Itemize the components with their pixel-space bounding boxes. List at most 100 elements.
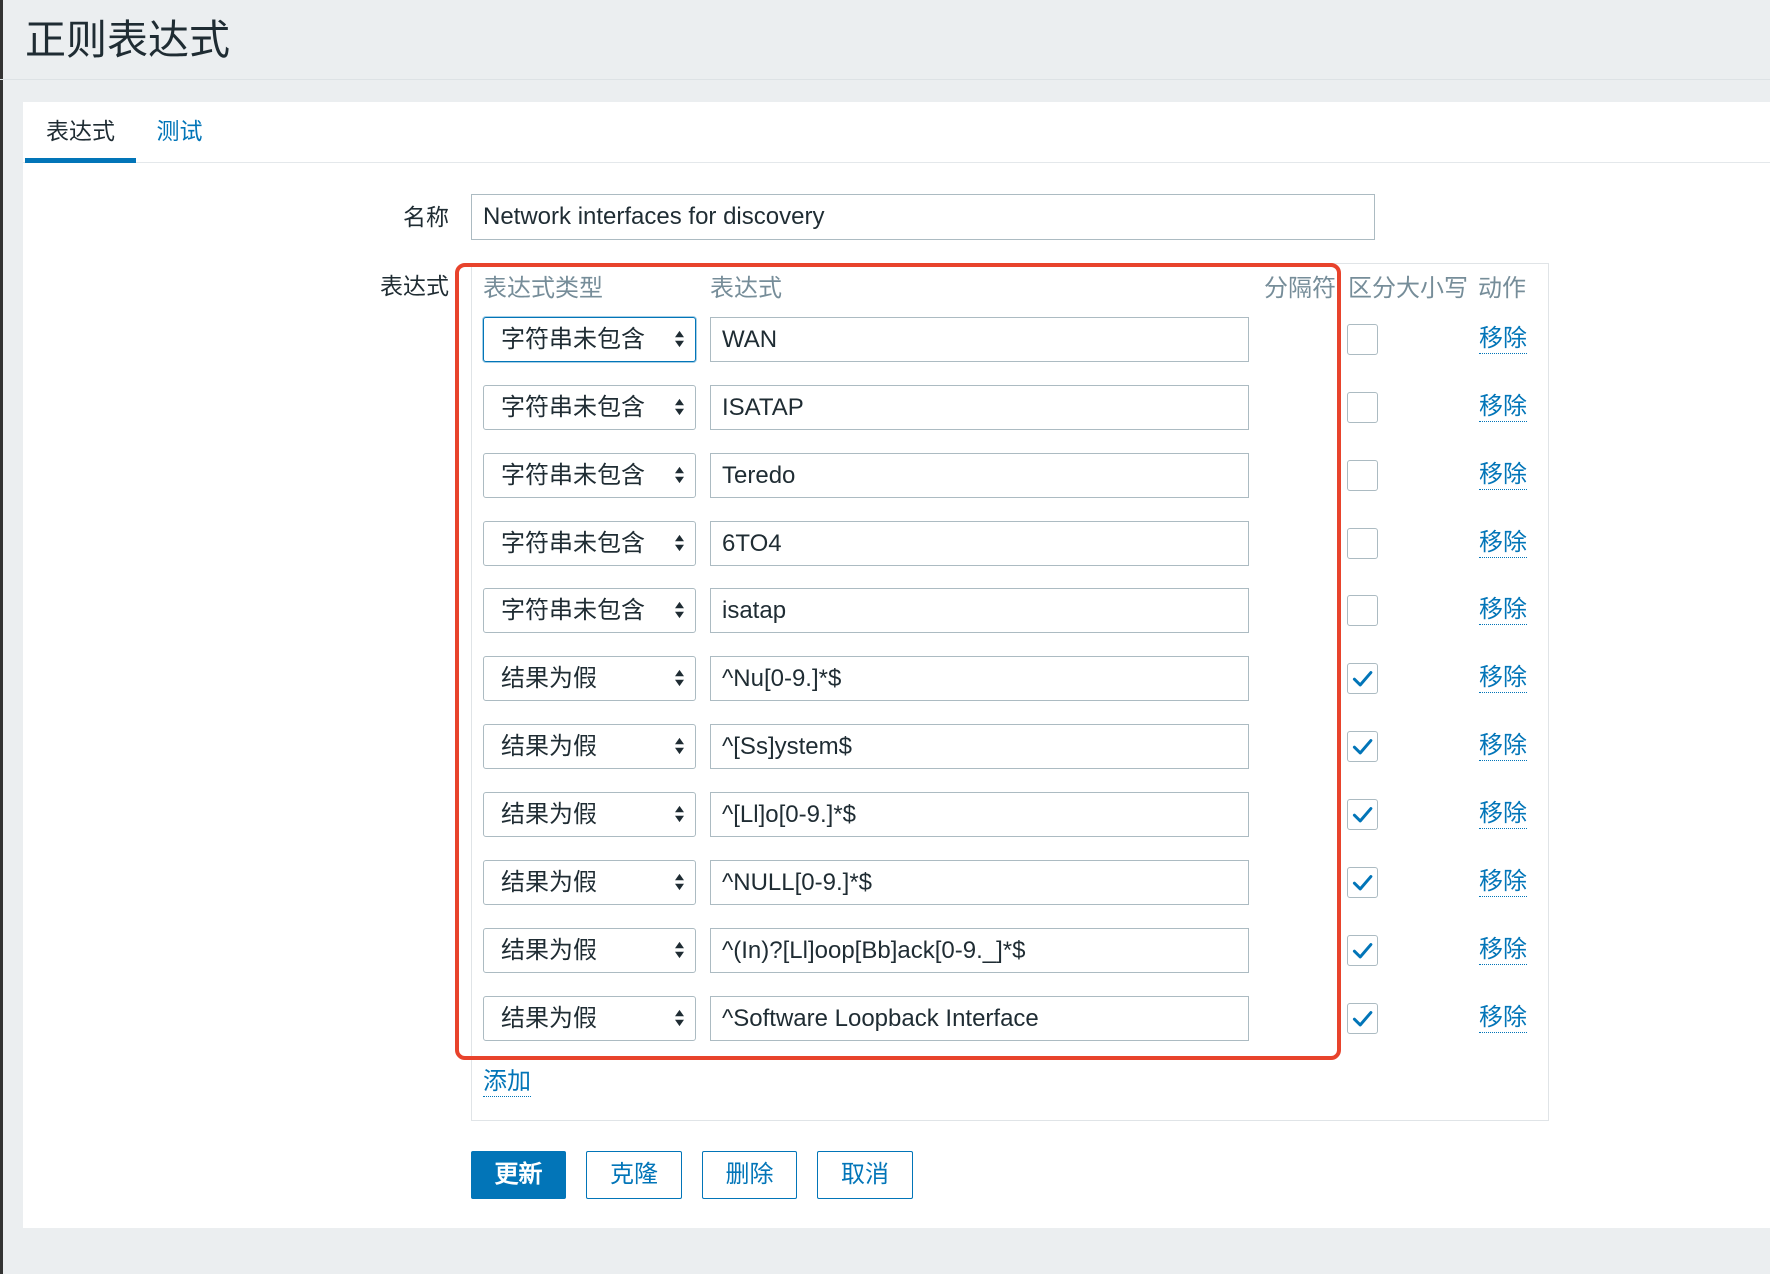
select-arrows-icon — [675, 669, 684, 687]
case-sensitive-checkbox[interactable] — [1347, 799, 1378, 830]
expression-row: 字符串未包含 移除 — [483, 385, 1549, 430]
delete-button[interactable]: 删除 — [702, 1151, 797, 1199]
expression-type-value: 字符串未包含 — [501, 462, 645, 489]
case-sensitive-checkbox[interactable] — [1347, 935, 1378, 966]
expression-type-value: 结果为假 — [501, 937, 597, 964]
expression-input[interactable] — [710, 453, 1249, 498]
cancel-button[interactable]: 取消 — [817, 1151, 913, 1199]
case-sensitive-checkbox[interactable] — [1347, 595, 1378, 626]
tab-test[interactable]: 测试 — [136, 104, 223, 158]
case-sensitive-checkbox[interactable] — [1347, 663, 1378, 694]
name-label: 名称 — [403, 204, 449, 230]
remove-expression-link[interactable]: 移除 — [1479, 1004, 1527, 1033]
expression-type-select[interactable]: 结果为假 — [483, 792, 696, 837]
select-arrows-icon — [675, 330, 684, 348]
remove-expression-link[interactable]: 移除 — [1479, 800, 1527, 829]
case-sensitive-checkbox[interactable] — [1347, 867, 1378, 898]
expression-type-value: 结果为假 — [501, 801, 597, 828]
remove-expression-link[interactable]: 移除 — [1479, 529, 1527, 558]
remove-expression-link[interactable]: 移除 — [1479, 936, 1527, 965]
expression-input[interactable] — [710, 521, 1249, 566]
select-arrows-icon — [675, 737, 684, 755]
select-arrows-icon — [675, 398, 684, 416]
remove-expression-link[interactable]: 移除 — [1479, 868, 1527, 897]
expressions-label: 表达式 — [380, 273, 449, 299]
expression-type-value: 字符串未包含 — [501, 326, 645, 353]
update-button[interactable]: 更新 — [471, 1151, 566, 1199]
expression-type-select[interactable]: 结果为假 — [483, 996, 696, 1041]
remove-expression-link[interactable]: 移除 — [1479, 325, 1527, 354]
checkmark-icon — [1352, 1011, 1373, 1027]
expression-input[interactable] — [710, 656, 1249, 701]
expression-type-value: 字符串未包含 — [501, 597, 645, 624]
select-arrows-icon — [675, 601, 684, 619]
tab-expressions[interactable]: 表达式 — [25, 104, 136, 158]
case-sensitive-checkbox[interactable] — [1347, 1003, 1378, 1034]
expression-input[interactable] — [710, 317, 1249, 362]
tab-bar-divider — [23, 162, 1770, 163]
checkmark-icon — [1352, 739, 1373, 755]
expression-input[interactable] — [710, 860, 1249, 905]
expression-type-select[interactable]: 字符串未包含 — [483, 521, 696, 566]
expression-row: 字符串未包含 移除 — [483, 521, 1549, 566]
expression-type-select[interactable]: 结果为假 — [483, 724, 696, 769]
checkmark-icon — [1352, 807, 1373, 823]
expression-type-value: 字符串未包含 — [501, 394, 645, 421]
case-sensitive-checkbox[interactable] — [1347, 324, 1378, 355]
select-arrows-icon — [675, 466, 684, 484]
expression-type-select[interactable]: 字符串未包含 — [483, 317, 696, 362]
expression-row: 字符串未包含 移除 — [483, 588, 1549, 633]
expression-row: 结果为假 移除 — [483, 656, 1549, 701]
expression-input[interactable] — [710, 928, 1249, 973]
header-action: 动作 — [1478, 275, 1526, 302]
expression-input[interactable] — [710, 724, 1249, 769]
expression-input[interactable] — [710, 588, 1249, 633]
remove-expression-link[interactable]: 移除 — [1479, 732, 1527, 761]
expression-row: 结果为假 移除 — [483, 928, 1549, 973]
expression-type-value: 结果为假 — [501, 1005, 597, 1032]
expression-type-select[interactable]: 字符串未包含 — [483, 588, 696, 633]
expression-input[interactable] — [710, 996, 1249, 1041]
checkmark-icon — [1352, 671, 1373, 687]
expression-type-select[interactable]: 结果为假 — [483, 860, 696, 905]
expression-input[interactable] — [710, 792, 1249, 837]
expression-type-value: 结果为假 — [501, 665, 597, 692]
expression-row: 结果为假 移除 — [483, 996, 1549, 1041]
header-divider — [0, 79, 1770, 80]
expression-row: 结果为假 移除 — [483, 724, 1549, 769]
expression-type-select[interactable]: 字符串未包含 — [483, 453, 696, 498]
active-tab-indicator — [25, 158, 136, 163]
expression-type-select[interactable]: 结果为假 — [483, 928, 696, 973]
remove-expression-link[interactable]: 移除 — [1479, 664, 1527, 693]
expression-type-select[interactable]: 字符串未包含 — [483, 385, 696, 430]
checkmark-icon — [1352, 943, 1373, 959]
remove-expression-link[interactable]: 移除 — [1479, 393, 1527, 422]
expression-row: 结果为假 移除 — [483, 860, 1549, 905]
select-arrows-icon — [675, 1009, 684, 1027]
case-sensitive-checkbox[interactable] — [1347, 528, 1378, 559]
expression-type-select[interactable]: 结果为假 — [483, 656, 696, 701]
expression-row: 结果为假 移除 — [483, 792, 1549, 837]
header-expression-type: 表达式类型 — [483, 275, 603, 302]
expression-input[interactable] — [710, 385, 1249, 430]
page-title: 正则表达式 — [25, 17, 230, 63]
name-input[interactable] — [471, 194, 1375, 240]
header-case-sensitive: 区分大小写 — [1348, 275, 1468, 302]
case-sensitive-checkbox[interactable] — [1347, 460, 1378, 491]
add-expression-link[interactable]: 添加 — [483, 1068, 531, 1097]
select-arrows-icon — [675, 873, 684, 891]
select-arrows-icon — [675, 941, 684, 959]
case-sensitive-checkbox[interactable] — [1347, 731, 1378, 762]
select-arrows-icon — [675, 534, 684, 552]
header-delimiter: 分隔符 — [1264, 275, 1336, 302]
clone-button[interactable]: 克隆 — [586, 1151, 682, 1199]
expression-type-value: 结果为假 — [501, 869, 597, 896]
case-sensitive-checkbox[interactable] — [1347, 392, 1378, 423]
remove-expression-link[interactable]: 移除 — [1479, 461, 1527, 490]
remove-expression-link[interactable]: 移除 — [1479, 596, 1527, 625]
window-left-edge — [0, 0, 3, 1274]
select-arrows-icon — [675, 805, 684, 823]
expression-row: 字符串未包含 移除 — [483, 453, 1549, 498]
header-expression: 表达式 — [710, 275, 782, 302]
expression-type-value: 字符串未包含 — [501, 530, 645, 557]
